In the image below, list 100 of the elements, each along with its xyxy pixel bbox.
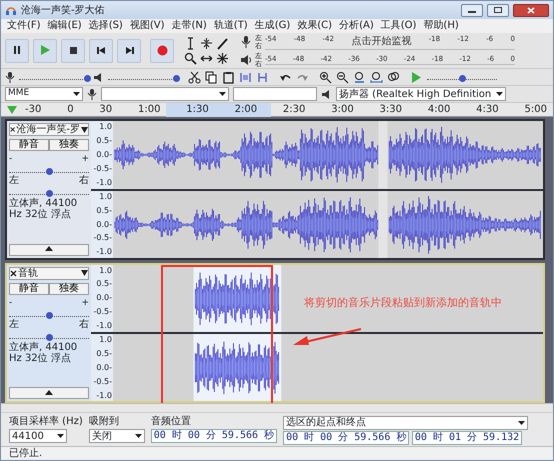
- horizontal-scrollbar[interactable]: [1, 403, 553, 412]
- ruler-label: 0: [67, 103, 74, 116]
- solo-button[interactable]: 独奏: [49, 139, 89, 151]
- speaker-icon[interactable]: [240, 54, 252, 66]
- slider-thumb[interactable]: [46, 190, 53, 197]
- toolbar-button[interactable]: [336, 70, 349, 84]
- tool-button[interactable]: [184, 52, 197, 64]
- gain-slider[interactable]: [9, 310, 89, 316]
- speed-slider[interactable]: [427, 74, 497, 80]
- menu-item[interactable]: 帮助(H): [420, 19, 462, 33]
- menu-item[interactable]: 生成(G): [252, 19, 294, 33]
- track[interactable]: 沧海一声笑-罗 静音 独奏 - + 左 右 立体声, 44100 Hz 32位 浮点 1.0 0.5- 0.0- -0.5- -1.0 1.0 0.5- 0.0- -0.5- -1.0: [5, 119, 545, 260]
- time-field[interactable]: 00 时 01 分 59.132: [412, 431, 522, 445]
- axis-label: 0.0-: [96, 292, 112, 304]
- collapse-button[interactable]: [9, 244, 89, 256]
- microphone-icon[interactable]: [240, 36, 252, 48]
- input-device-select[interactable]: [101, 87, 229, 101]
- axis-label: -1.0: [96, 246, 112, 258]
- menu-item[interactable]: 视图(V): [126, 19, 168, 33]
- menu-item[interactable]: 编辑(E): [44, 19, 85, 33]
- slider-thumb[interactable]: [46, 334, 53, 340]
- menu-item[interactable]: 选择(S): [86, 19, 126, 33]
- waveform[interactable]: [113, 121, 543, 189]
- waveform[interactable]: [113, 334, 543, 401]
- ruler-label: 4:00: [428, 103, 450, 116]
- slider-thumb[interactable]: [84, 75, 91, 82]
- close-icon[interactable]: [10, 270, 17, 276]
- slider-thumb[interactable]: [46, 168, 53, 175]
- toolbar-button[interactable]: [353, 70, 366, 84]
- tool-button[interactable]: [216, 36, 229, 50]
- volume-slider[interactable]: [108, 74, 178, 80]
- slider-label: +: [81, 154, 89, 164]
- axis-label: 0.5-: [96, 348, 112, 360]
- solo-button[interactable]: 独奏: [49, 282, 89, 294]
- menu-item[interactable]: 效果(C): [294, 19, 336, 33]
- menu-item[interactable]: 走带(N): [168, 19, 210, 33]
- tool-button[interactable]: [216, 52, 229, 64]
- close-button[interactable]: [513, 4, 549, 16]
- skip-to-end-button[interactable]: [117, 38, 141, 62]
- snap-to-select[interactable]: 关闭: [88, 429, 145, 443]
- waveform[interactable]: [113, 190, 543, 258]
- slider-thumb[interactable]: [46, 312, 53, 318]
- collapse-button[interactable]: [9, 387, 89, 399]
- skip-to-start-button[interactable]: [89, 38, 113, 62]
- slider-label: 右: [79, 176, 89, 186]
- slider-thumb[interactable]: [172, 75, 180, 82]
- axis-label: -1.0: [96, 390, 112, 401]
- envelope-tool-icon: [200, 36, 213, 50]
- pan-slider[interactable]: [9, 332, 89, 338]
- volume-slider[interactable]: [19, 74, 89, 80]
- record-button[interactable]: [150, 38, 174, 62]
- field-label: 吸附到: [88, 416, 120, 428]
- slider-label: -: [9, 298, 12, 308]
- host-select[interactable]: MME: [5, 87, 83, 101]
- dropdown-caret-icon: [73, 92, 80, 96]
- mute-button[interactable]: 静音: [9, 282, 49, 294]
- menu-item[interactable]: 分析(A): [336, 19, 377, 33]
- axis-label: 0.5-: [96, 134, 112, 147]
- axis-label: 1.0: [99, 264, 112, 276]
- time-field[interactable]: 00 时 00 分 59.566 秒: [150, 429, 278, 443]
- timeline-ruler[interactable]: -30 0 30 1:00 1:30 2:00 2:30 3:00 3:30 4:00 4:30 5:00: [1, 103, 553, 117]
- collapse-icon: [45, 246, 53, 252]
- speaker-icon[interactable]: [321, 88, 332, 100]
- axis-label: 0.5-: [96, 278, 112, 290]
- stop-button[interactable]: [61, 38, 85, 62]
- menu-item[interactable]: 轨道(T): [210, 19, 251, 33]
- microphone-icon[interactable]: [5, 72, 15, 82]
- slider-thumb[interactable]: [459, 75, 466, 82]
- mute-button[interactable]: 静音: [9, 139, 49, 151]
- waveform[interactable]: [113, 264, 543, 332]
- pause-button[interactable]: [5, 38, 29, 62]
- minimize-button[interactable]: [461, 4, 483, 16]
- slider-label: 左: [9, 176, 19, 186]
- menu-item[interactable]: 工具(O): [378, 19, 420, 33]
- close-icon: [527, 6, 535, 14]
- dropdown-caret-icon: [518, 421, 526, 425]
- slider-label: -: [9, 154, 12, 164]
- ruler-label: 2:00: [234, 103, 258, 116]
- toolbar-button[interactable]: [319, 70, 332, 84]
- gain-slider[interactable]: [9, 167, 89, 173]
- maximize-button[interactable]: [487, 4, 509, 16]
- dropdown-caret-icon: [134, 434, 142, 438]
- time-field[interactable]: 00 时 00 分 59.566 秒: [283, 431, 410, 445]
- selection-mode-select[interactable]: 选区的起点和终点: [283, 416, 528, 430]
- microphone-icon[interactable]: [87, 88, 97, 100]
- menu-item[interactable]: 文件(F): [4, 19, 44, 33]
- speaker-icon[interactable]: [93, 72, 104, 82]
- trim-icon: [239, 70, 252, 84]
- axis-label: -1.0: [96, 320, 112, 332]
- toolbar-button[interactable]: [205, 70, 218, 84]
- toolbar-button[interactable]: [387, 70, 400, 84]
- toolbar-button[interactable]: [188, 70, 201, 84]
- pan-slider[interactable]: [9, 189, 89, 195]
- tool-button[interactable]: [200, 36, 213, 50]
- toolbar-button[interactable]: [222, 70, 235, 84]
- sample-rate-select[interactable]: 44100: [9, 429, 67, 443]
- close-icon[interactable]: [10, 126, 16, 133]
- toolbar-button[interactable]: [370, 70, 383, 84]
- select-field[interactable]: [233, 87, 317, 101]
- output-device-select[interactable]: 扬声器 (Realtek High Definition: [336, 87, 506, 101]
